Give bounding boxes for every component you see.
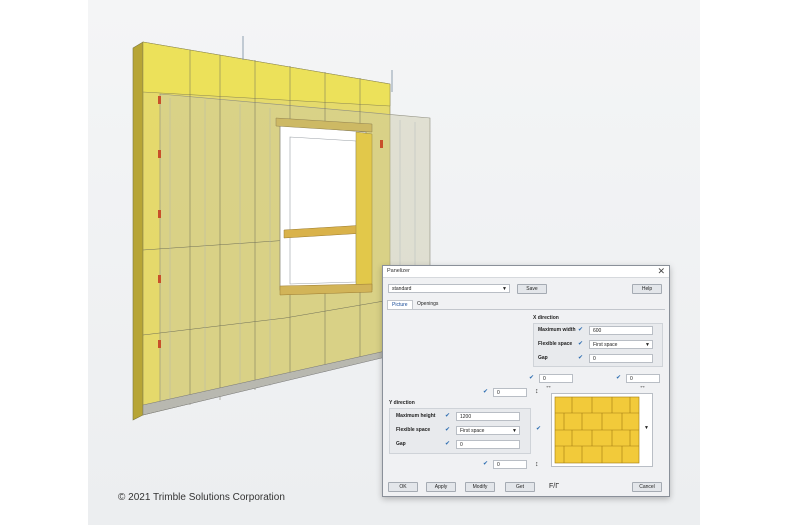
max-height-label: Maximum height bbox=[396, 413, 436, 419]
max-width-check-icon[interactable]: ✔ bbox=[578, 326, 583, 334]
x-gap-label: Gap bbox=[538, 355, 548, 361]
max-height-check-icon[interactable]: ✔ bbox=[445, 412, 450, 420]
chevron-down-icon[interactable]: ▼ bbox=[644, 424, 649, 432]
offset-left-check-icon[interactable]: ✔ bbox=[529, 374, 534, 382]
dialog-title: Panelizer bbox=[387, 268, 410, 274]
max-width-label: Maximum width bbox=[538, 327, 576, 333]
preset-value: standard bbox=[392, 286, 412, 292]
x-flexible-space-label: Flexible space bbox=[538, 341, 573, 347]
y-flexible-value: First space bbox=[460, 428, 485, 434]
offset-bottom-input[interactable]: 0 bbox=[493, 460, 527, 469]
chevron-down-icon: ▼ bbox=[645, 342, 650, 348]
modify-button[interactable]: Modify bbox=[465, 482, 495, 492]
offset-left-input[interactable]: 0 bbox=[539, 374, 573, 383]
y-direction-heading: Y direction bbox=[389, 400, 415, 406]
panel-preview-picture: ▼ bbox=[551, 393, 653, 467]
save-button[interactable]: Save bbox=[517, 284, 547, 294]
y-flexible-space-select[interactable]: First space ▼ bbox=[456, 426, 520, 435]
max-height-input[interactable]: 1200 bbox=[456, 412, 520, 421]
panelizer-dialog: Panelizer ✕ standard ▼ Save Help Picture… bbox=[382, 265, 670, 497]
corner-select-icon[interactable]: F/Γ bbox=[549, 483, 559, 490]
chevron-down-icon: ▼ bbox=[502, 286, 507, 292]
vertical-arrow-icon: ↕ bbox=[535, 388, 539, 395]
y-flexible-space-label: Flexible space bbox=[396, 427, 431, 433]
cancel-button[interactable]: Cancel bbox=[632, 482, 662, 492]
close-icon[interactable]: ✕ bbox=[657, 266, 665, 277]
offset-bottom-check-icon[interactable]: ✔ bbox=[483, 460, 488, 468]
offset-top-input[interactable]: 0 bbox=[493, 388, 527, 397]
y-gap-check-icon[interactable]: ✔ bbox=[445, 440, 450, 448]
offset-right-check-icon[interactable]: ✔ bbox=[616, 374, 621, 382]
help-button[interactable]: Help bbox=[632, 284, 662, 294]
x-flexible-value: First space bbox=[593, 342, 618, 348]
preset-select[interactable]: standard ▼ bbox=[388, 284, 510, 293]
get-button[interactable]: Get bbox=[505, 482, 535, 492]
chevron-down-icon: ▼ bbox=[512, 428, 517, 434]
tab-openings[interactable]: Openings bbox=[413, 300, 442, 309]
y-gap-label: Gap bbox=[396, 441, 406, 447]
ok-button[interactable]: OK bbox=[388, 482, 418, 492]
wall-side-face bbox=[132, 41, 144, 421]
y-gap-input[interactable]: 0 bbox=[456, 440, 520, 449]
y-flexible-check-icon[interactable]: ✔ bbox=[445, 426, 450, 434]
x-flexible-check-icon[interactable]: ✔ bbox=[578, 340, 583, 348]
max-width-input[interactable]: 600 bbox=[589, 326, 653, 335]
offset-right-input[interactable]: 0 bbox=[626, 374, 660, 383]
copyright-text: © 2021 Trimble Solutions Corporation bbox=[118, 492, 285, 503]
window-jamb bbox=[355, 131, 373, 291]
vertical-arrow-icon: ↕ bbox=[535, 461, 539, 468]
offset-top-check-icon[interactable]: ✔ bbox=[483, 388, 488, 396]
picture-side-check-icon[interactable]: ✔ bbox=[536, 425, 541, 433]
x-direction-heading: X direction bbox=[533, 315, 559, 321]
window-glass bbox=[289, 136, 357, 285]
panel-tiles-graphic bbox=[554, 396, 640, 464]
dialog-titlebar: Panelizer ✕ bbox=[383, 266, 669, 278]
x-gap-check-icon[interactable]: ✔ bbox=[578, 354, 583, 362]
horizontal-arrow-icon: ↔ bbox=[545, 383, 552, 390]
horizontal-arrow-icon: ↔ bbox=[639, 383, 646, 390]
x-flexible-space-select[interactable]: First space ▼ bbox=[589, 340, 653, 349]
x-gap-input[interactable]: 0 bbox=[589, 354, 653, 363]
apply-button[interactable]: Apply bbox=[426, 482, 456, 492]
